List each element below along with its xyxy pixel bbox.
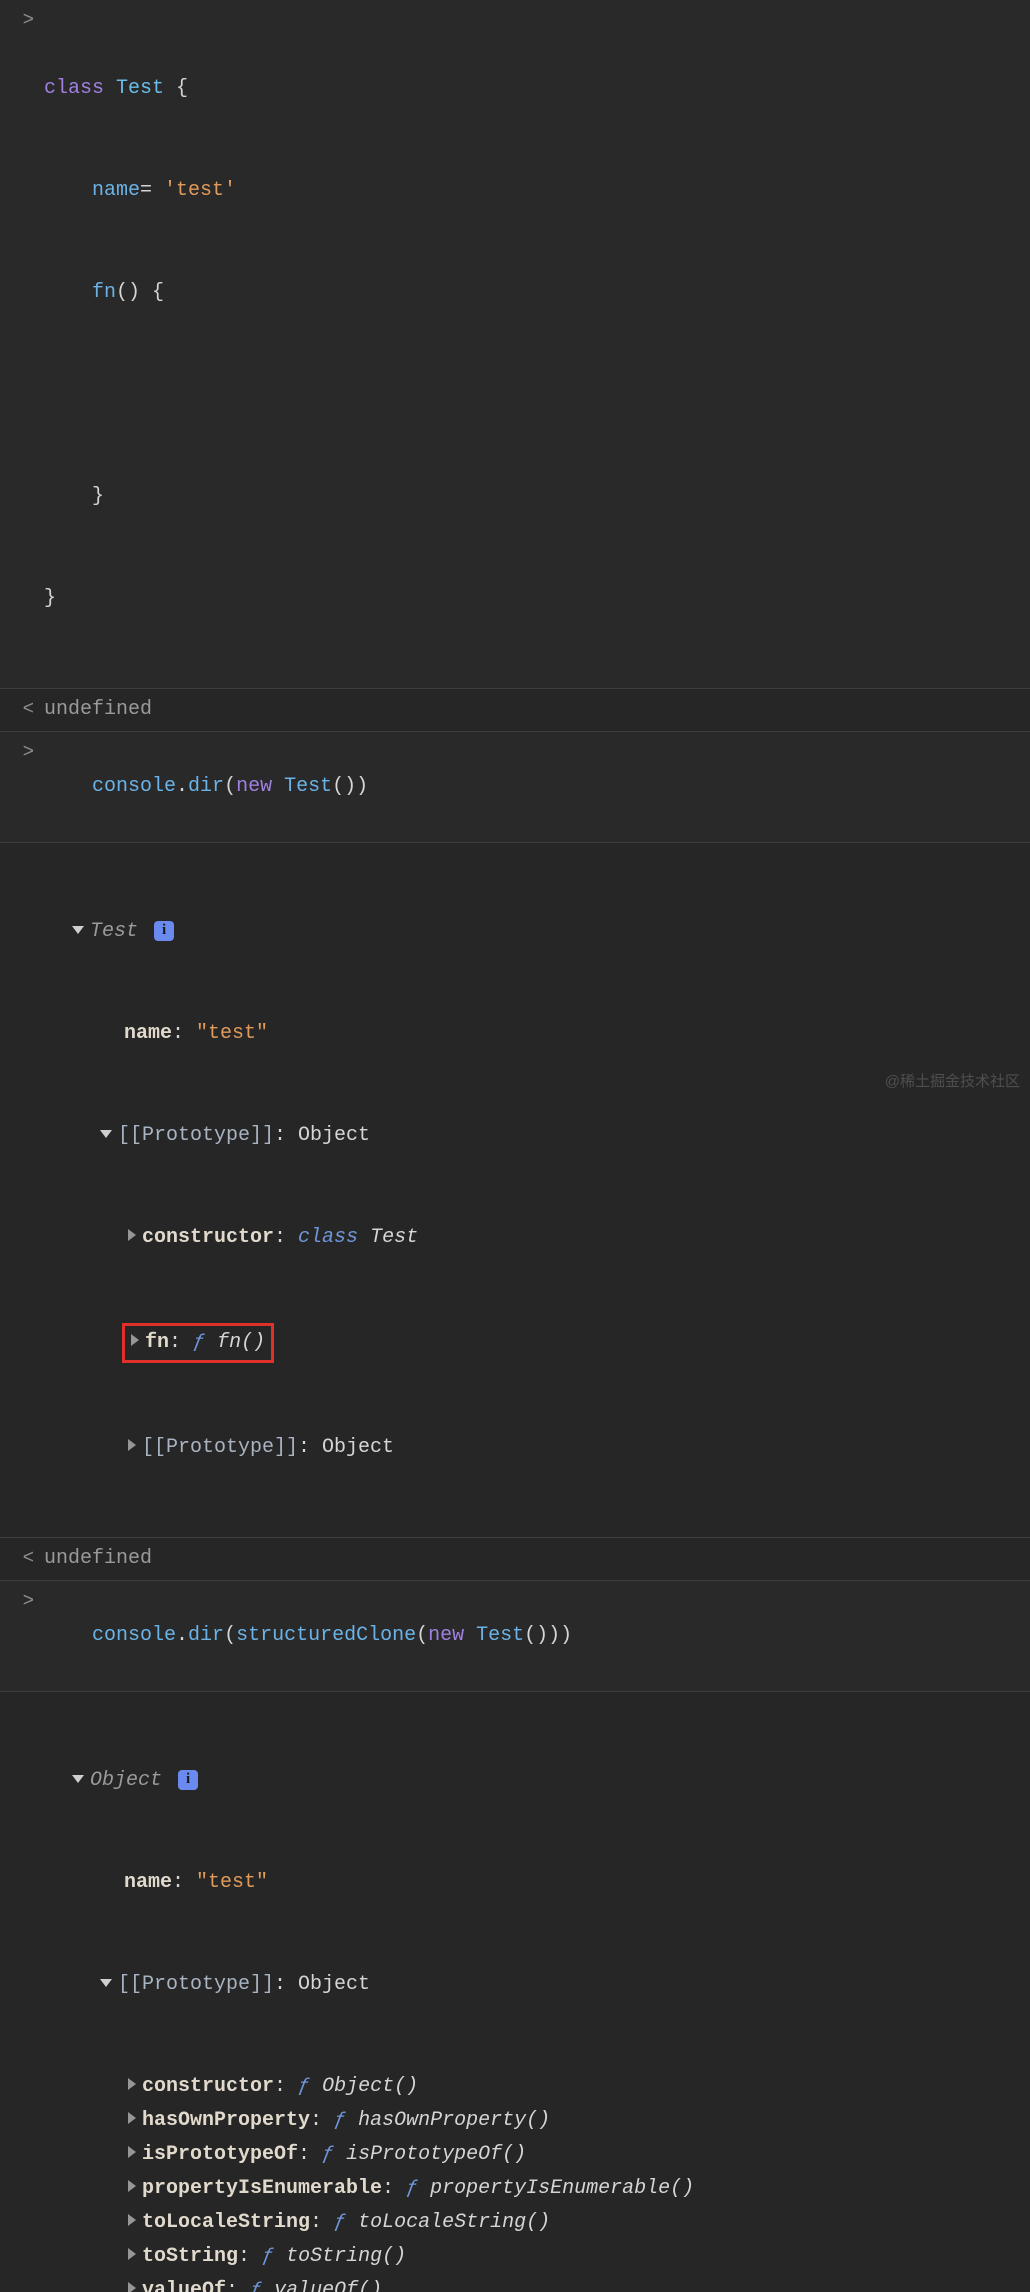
property-row[interactable]: valueOf: ƒ valueOf()	[44, 2274, 1022, 2292]
expand-down-icon[interactable]	[100, 1130, 112, 1138]
expand-right-icon[interactable]	[131, 1334, 139, 1346]
expand-right-icon[interactable]	[128, 2078, 136, 2090]
console-output-row: < undefined	[0, 689, 1030, 732]
prototype-row[interactable]: [[Prototype]]: Object	[44, 1119, 1022, 1153]
console-input-row[interactable]: > class Test { name= 'test' fn() { } }	[0, 0, 1030, 689]
expand-right-icon[interactable]	[128, 1439, 136, 1451]
object-header[interactable]: Object i	[44, 1764, 1022, 1798]
expand-right-icon[interactable]	[128, 2112, 136, 2124]
property-row[interactable]: name: "test"	[44, 1866, 1022, 1900]
code-block: class Test { name= 'test' fn() { } }	[44, 4, 1022, 684]
property-row[interactable]: isPrototypeOf: ƒ isPrototypeOf()	[44, 2138, 1022, 2172]
expand-right-icon[interactable]	[128, 2248, 136, 2260]
expand-right-icon[interactable]	[128, 2214, 136, 2226]
console-input-row[interactable]: > console.dir(structuredClone(new Test()…	[0, 1581, 1030, 1692]
expand-right-icon[interactable]	[128, 1229, 136, 1241]
property-row[interactable]: propertyIsEnumerable: ƒ propertyIsEnumer…	[44, 2172, 1022, 2206]
property-row[interactable]: constructor: ƒ Object()	[44, 2070, 1022, 2104]
output-undefined: undefined	[44, 1542, 1022, 1576]
code-line: console.dir(new Test())	[44, 736, 1022, 838]
input-chevron-icon: >	[0, 4, 44, 36]
property-row[interactable]: toString: ƒ toString()	[44, 2240, 1022, 2274]
expand-right-icon[interactable]	[128, 2282, 136, 2292]
info-icon[interactable]: i	[154, 921, 174, 941]
expand-down-icon[interactable]	[100, 1979, 112, 1987]
watermark: @稀土掘金技术社区	[885, 1069, 1020, 1095]
expand-right-icon[interactable]	[128, 2180, 136, 2192]
expand-down-icon[interactable]	[72, 1775, 84, 1783]
property-row-highlighted[interactable]: fn: ƒ fn()	[44, 1323, 1022, 1363]
console-input-row[interactable]: > console.dir(new Test())	[0, 732, 1030, 843]
object-header[interactable]: Test i	[44, 915, 1022, 949]
output-chevron-icon: <	[0, 693, 44, 725]
prototype-row[interactable]: [[Prototype]]: Object	[44, 1968, 1022, 2002]
property-row[interactable]: toLocaleString: ƒ toLocaleString()	[44, 2206, 1022, 2240]
property-row[interactable]: hasOwnProperty: ƒ hasOwnProperty()	[44, 2104, 1022, 2138]
property-row[interactable]: name: "test"	[44, 1017, 1022, 1051]
prototype-row[interactable]: [[Prototype]]: Object	[44, 1431, 1022, 1465]
code-line: console.dir(structuredClone(new Test()))	[44, 1585, 1022, 1687]
output-chevron-icon: <	[0, 1542, 44, 1574]
console-object-output: Object i name: "test" [[Prototype]]: Obj…	[0, 1692, 1030, 2292]
input-chevron-icon: >	[0, 736, 44, 768]
expand-right-icon[interactable]	[128, 2146, 136, 2158]
console-output-row: < undefined	[0, 1538, 1030, 1581]
expand-down-icon[interactable]	[72, 926, 84, 934]
console-object-output: Test i name: "test" [[Prototype]]: Objec…	[0, 843, 1030, 1538]
output-undefined: undefined	[44, 693, 1022, 727]
info-icon[interactable]: i	[178, 1770, 198, 1790]
property-row[interactable]: constructor: class Test	[44, 1221, 1022, 1255]
input-chevron-icon: >	[0, 1585, 44, 1617]
